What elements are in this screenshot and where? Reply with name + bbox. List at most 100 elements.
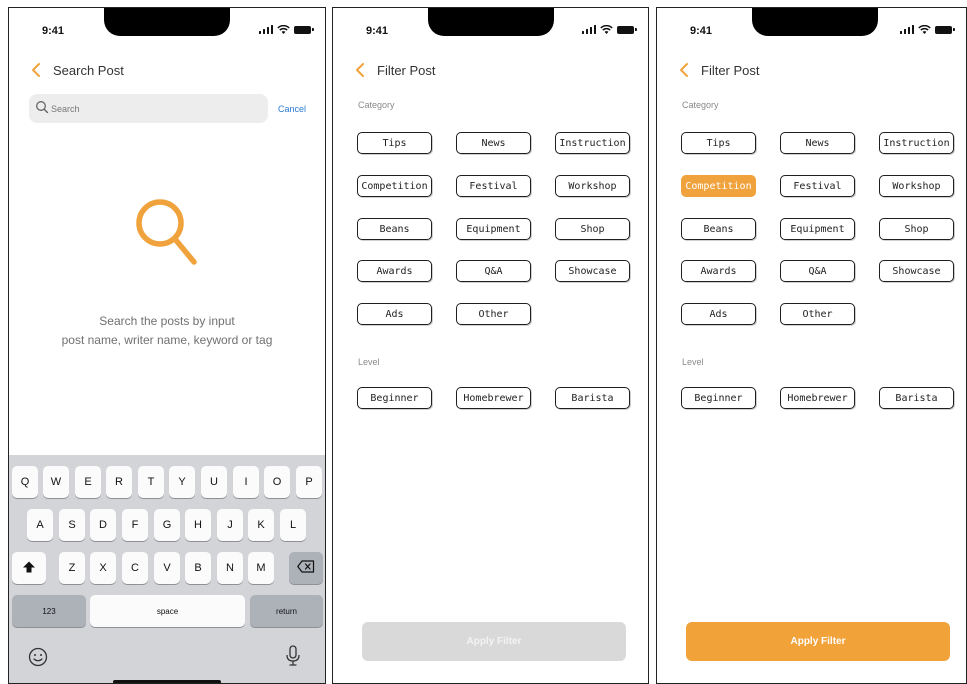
chip-barista[interactable]: Barista	[879, 387, 954, 409]
battery-icon	[294, 25, 314, 34]
search-illustration-icon	[134, 194, 204, 279]
chip-shop[interactable]: Shop	[555, 218, 630, 240]
key-y[interactable]: Y	[169, 466, 195, 498]
battery-icon	[935, 25, 955, 34]
chip-competition[interactable]: Competition	[357, 175, 432, 197]
backspace-key[interactable]	[289, 552, 323, 584]
key-x[interactable]: X	[90, 552, 116, 584]
search-hint-line-1: Search the posts by input	[99, 314, 235, 328]
key-u[interactable]: U	[201, 466, 227, 498]
key-d[interactable]: D	[90, 509, 116, 541]
key-e[interactable]: E	[75, 466, 101, 498]
chip-festival[interactable]: Festival	[456, 175, 531, 197]
chip-festival[interactable]: Festival	[780, 175, 855, 197]
chip-workshop[interactable]: Workshop	[879, 175, 954, 197]
category-label: Category	[358, 100, 395, 110]
chip-qa[interactable]: Q&A	[456, 260, 531, 282]
key-c[interactable]: C	[122, 552, 148, 584]
chip-competition-selected[interactable]: Competition	[681, 175, 756, 197]
key-n[interactable]: N	[217, 552, 243, 584]
emoji-icon[interactable]	[28, 647, 48, 672]
chip-shop[interactable]: Shop	[879, 218, 954, 240]
key-i[interactable]: I	[233, 466, 259, 498]
key-p[interactable]: P	[296, 466, 322, 498]
search-input[interactable]	[51, 94, 251, 123]
chip-awards[interactable]: Awards	[681, 260, 756, 282]
key-j[interactable]: J	[217, 509, 243, 541]
chip-beans[interactable]: Beans	[681, 218, 756, 240]
key-l[interactable]: L	[280, 509, 306, 541]
chip-showcase[interactable]: Showcase	[879, 260, 954, 282]
key-f[interactable]: F	[122, 509, 148, 541]
chip-instruction[interactable]: Instruction	[879, 132, 954, 154]
numbers-key[interactable]: 123	[12, 595, 86, 627]
microphone-icon[interactable]	[285, 645, 301, 672]
search-bar[interactable]	[29, 94, 268, 123]
header: Filter Post	[333, 61, 648, 81]
return-key[interactable]: return	[250, 595, 323, 627]
chip-news[interactable]: News	[456, 132, 531, 154]
key-r[interactable]: R	[106, 466, 132, 498]
page-title: Filter Post	[377, 63, 436, 78]
back-chevron-icon[interactable]	[29, 61, 45, 79]
chip-other[interactable]: Other	[456, 303, 531, 325]
back-chevron-icon[interactable]	[353, 61, 369, 79]
search-hint: Search the posts by input post name, wri…	[9, 312, 325, 350]
apply-filter-button[interactable]: Apply Filter	[686, 622, 950, 661]
chip-workshop[interactable]: Workshop	[555, 175, 630, 197]
key-t[interactable]: T	[138, 466, 164, 498]
chip-barista[interactable]: Barista	[555, 387, 630, 409]
shift-key[interactable]	[12, 552, 46, 584]
chip-showcase[interactable]: Showcase	[555, 260, 630, 282]
key-k[interactable]: K	[248, 509, 274, 541]
status-icons	[581, 25, 637, 34]
chip-equipment[interactable]: Equipment	[456, 218, 531, 240]
back-chevron-icon[interactable]	[677, 61, 693, 79]
key-o[interactable]: O	[264, 466, 290, 498]
chip-other[interactable]: Other	[780, 303, 855, 325]
status-icons	[258, 25, 314, 34]
apply-filter-button[interactable]: Apply Filter	[362, 622, 626, 661]
signal-icon	[899, 25, 914, 34]
cancel-button[interactable]: Cancel	[278, 104, 306, 114]
chip-qa[interactable]: Q&A	[780, 260, 855, 282]
key-b[interactable]: B	[185, 552, 211, 584]
key-w[interactable]: W	[43, 466, 69, 498]
notch	[428, 8, 554, 36]
chip-homebrewer[interactable]: Homebrewer	[456, 387, 531, 409]
chip-awards[interactable]: Awards	[357, 260, 432, 282]
key-v[interactable]: V	[154, 552, 180, 584]
search-post-screen: 9:41 Search Post Cancel Search the posts…	[8, 7, 326, 684]
status-time: 9:41	[690, 25, 713, 37]
key-m[interactable]: M	[248, 552, 274, 584]
key-h[interactable]: H	[185, 509, 211, 541]
chip-equipment[interactable]: Equipment	[780, 218, 855, 240]
backspace-icon	[297, 560, 315, 576]
chip-instruction[interactable]: Instruction	[555, 132, 630, 154]
key-s[interactable]: S	[59, 509, 85, 541]
signal-icon	[258, 25, 273, 34]
space-key[interactable]: space	[90, 595, 245, 627]
wifi-icon	[600, 25, 613, 34]
chip-tips[interactable]: Tips	[681, 132, 756, 154]
filter-post-screen-selected: 9:41 Filter Post Category Tips News Inst…	[656, 7, 967, 684]
page-title: Search Post	[53, 63, 124, 78]
chip-news[interactable]: News	[780, 132, 855, 154]
chip-ads[interactable]: Ads	[357, 303, 432, 325]
chip-beans[interactable]: Beans	[357, 218, 432, 240]
chip-tips[interactable]: Tips	[357, 132, 432, 154]
key-g[interactable]: G	[154, 509, 180, 541]
chip-ads[interactable]: Ads	[681, 303, 756, 325]
key-a[interactable]: A	[27, 509, 53, 541]
status-time: 9:41	[42, 25, 65, 37]
chip-homebrewer[interactable]: Homebrewer	[780, 387, 855, 409]
shift-icon	[22, 560, 36, 577]
notch	[104, 8, 230, 36]
key-q[interactable]: Q	[12, 466, 38, 498]
key-z[interactable]: Z	[59, 552, 85, 584]
wifi-icon	[277, 25, 290, 34]
chip-beginner[interactable]: Beginner	[357, 387, 432, 409]
category-label: Category	[682, 100, 719, 110]
chip-beginner[interactable]: Beginner	[681, 387, 756, 409]
home-indicator	[113, 680, 221, 683]
